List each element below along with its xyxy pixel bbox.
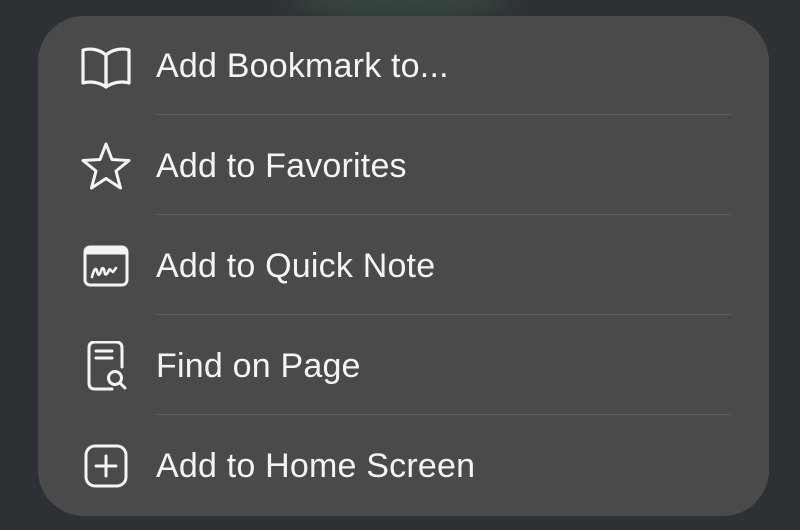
menu-divider (155, 314, 731, 315)
menu-divider (155, 114, 731, 115)
find-on-page-icon (78, 341, 134, 391)
menu-item-add-to-home-screen[interactable]: Add to Home Screen (38, 416, 769, 516)
menu-item-add-to-quick-note[interactable]: Add to Quick Note (38, 216, 769, 316)
menu-item-label: Find on Page (156, 347, 361, 385)
book-icon (78, 41, 134, 91)
menu-item-add-bookmark[interactable]: Add Bookmark to... (38, 16, 769, 116)
menu-item-add-to-favorites[interactable]: Add to Favorites (38, 116, 769, 216)
menu-divider (155, 214, 731, 215)
menu-divider (155, 414, 731, 415)
add-square-icon (78, 441, 134, 491)
menu-item-label: Add to Home Screen (156, 447, 476, 485)
menu-item-label: Add Bookmark to... (156, 47, 449, 85)
star-icon (78, 141, 134, 191)
quick-note-icon (78, 241, 134, 291)
menu-item-find-on-page[interactable]: Find on Page (38, 316, 769, 416)
context-menu: Add Bookmark to... Add to Favorites Add … (38, 16, 769, 516)
menu-item-label: Add to Quick Note (156, 247, 436, 285)
menu-item-label: Add to Favorites (156, 147, 407, 185)
